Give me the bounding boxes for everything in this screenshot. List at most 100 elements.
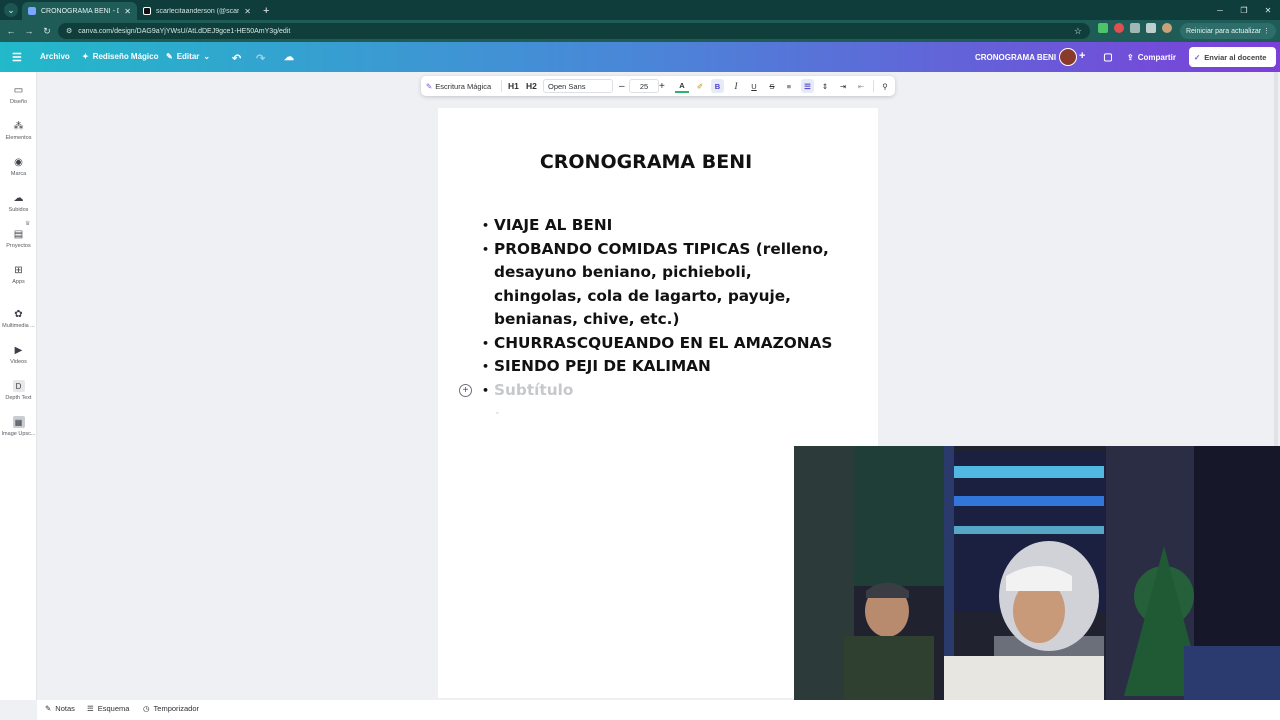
- notes-icon: ✎: [45, 704, 52, 713]
- menu-hamburger-icon[interactable]: ☰: [12, 51, 22, 64]
- tab-title: scarlecitaanderson (@scarlehtita…: [156, 7, 240, 15]
- format-painter-icon[interactable]: ⚲: [879, 76, 891, 96]
- divider: [501, 80, 502, 92]
- sidebar-item-design[interactable]: ▭ Diseño: [0, 84, 37, 106]
- outline-button[interactable]: ☰ Esquema: [87, 704, 129, 713]
- video-icon: ▶: [14, 344, 23, 356]
- highlight-icon[interactable]: ✐: [693, 76, 707, 96]
- image-upscale-icon: ▦: [12, 416, 25, 428]
- reload-icon[interactable]: ↻: [40, 26, 54, 37]
- sidebar-item-apps[interactable]: ⊞ Apps: [0, 264, 37, 286]
- indent-icon[interactable]: ⇥: [837, 76, 849, 96]
- extension-icon[interactable]: [1098, 23, 1108, 33]
- tab-tiktok[interactable]: scarlecitaanderson (@scarlehtita… ✕: [137, 2, 257, 20]
- cloud-upload-icon: ☁: [13, 192, 24, 204]
- font-name: Open Sans: [543, 79, 613, 93]
- address-bar[interactable]: ⚙ canva.com/design/DAG9aYjYWsU/AtLdDEJ9g…: [58, 23, 1090, 39]
- shapes-icon: ⁂: [13, 120, 24, 132]
- sidebar-item-videos[interactable]: ▶ Videos: [0, 344, 37, 366]
- timer-button[interactable]: ◷ Temporizador: [143, 704, 199, 713]
- increase-size-icon[interactable]: +: [659, 76, 665, 96]
- font-size-value: 25: [629, 79, 659, 93]
- share-button[interactable]: ⇪ Compartir: [1121, 48, 1182, 66]
- text-color-icon[interactable]: A: [675, 79, 689, 93]
- minimize-icon[interactable]: ─: [1208, 0, 1232, 20]
- document-name[interactable]: CRONOGRAMA BENI: [975, 53, 1056, 62]
- bold-icon[interactable]: B: [711, 79, 724, 93]
- magic-wand-icon: ✎: [426, 81, 433, 91]
- site-info-icon[interactable]: ⚙: [66, 27, 72, 35]
- media-icon: ✿: [14, 308, 23, 320]
- heading-1-button[interactable]: H1: [508, 76, 519, 96]
- tab-canva-doc[interactable]: CRONOGRAMA BENI - Doc ✕: [22, 2, 137, 20]
- list-item[interactable]: • CHURRASCQUEANDO EN EL AMAZONAS: [482, 332, 842, 356]
- redo-icon[interactable]: ↷: [256, 52, 265, 65]
- restart-update-button[interactable]: Reiniciar para actualizar ⋮: [1179, 23, 1276, 39]
- close-tab-icon[interactable]: ✕: [124, 7, 131, 16]
- font-size-input[interactable]: 25: [629, 76, 659, 96]
- spacing-icon[interactable]: ⇕: [819, 76, 831, 96]
- forward-icon[interactable]: →: [22, 26, 36, 36]
- cast-icon[interactable]: [1146, 23, 1156, 33]
- align-left-icon[interactable]: ≡: [783, 76, 795, 96]
- sidebar-item-uploads[interactable]: ☁ Subidos: [0, 192, 37, 214]
- extensions-area: [1098, 23, 1172, 33]
- list-item[interactable]: • SIENDO PEJI DE KALIMAN: [482, 355, 842, 379]
- restore-icon[interactable]: ❐: [1232, 0, 1256, 20]
- collaborator-avatar[interactable]: [1059, 48, 1077, 66]
- webcam-overlay: [794, 446, 1280, 720]
- document-title[interactable]: CRONOGRAMA BENI: [438, 151, 854, 173]
- puzzle-icon[interactable]: [1130, 23, 1140, 33]
- edit-mode-button[interactable]: ✎ Editar ⌄: [166, 52, 210, 61]
- italic-icon[interactable]: I: [730, 76, 742, 96]
- font-family-select[interactable]: Open Sans: [543, 76, 613, 96]
- magic-write-button[interactable]: ✎ Escritura Mágica: [426, 76, 491, 96]
- notes-button[interactable]: ✎ Notas: [45, 704, 75, 713]
- layout-icon: ▭: [13, 84, 24, 96]
- timer-icon: ◷: [143, 704, 150, 713]
- magic-redesign-button[interactable]: ✦ Rediseño Mágico: [82, 52, 159, 61]
- sidebar-item-image-upscale[interactable]: ▦ Image Upsc...: [0, 416, 37, 437]
- cloud-save-icon[interactable]: ☁: [284, 52, 294, 63]
- window-controls: ─ ❐ ✕: [1208, 0, 1280, 20]
- bookmark-star-icon[interactable]: ☆: [1074, 26, 1082, 37]
- list-item[interactable]: • PROBANDO COMIDAS TIPICAS (relleno, desa…: [482, 238, 842, 332]
- sidebar-item-elements[interactable]: ⁂ Elementos: [0, 120, 37, 142]
- sidebar-item-depth-text[interactable]: D Depth Text: [0, 380, 37, 401]
- bullet-list[interactable]: • VIAJE AL BENI • PROBANDO COMIDAS TIPICAS…: [482, 214, 842, 402]
- file-menu-button[interactable]: Archivo: [40, 52, 70, 61]
- share-upload-icon: ⇪: [1127, 52, 1134, 62]
- send-to-teacher-button[interactable]: ✓ Enviar al docente: [1189, 47, 1276, 67]
- outdent-icon[interactable]: ⇤: [855, 76, 867, 96]
- undo-icon[interactable]: ↶: [232, 52, 241, 65]
- underline-icon[interactable]: U: [748, 76, 760, 96]
- strikethrough-icon[interactable]: S: [766, 76, 778, 96]
- add-block-button[interactable]: +: [459, 384, 472, 397]
- crown-icon: ♛: [25, 221, 31, 227]
- extension-record-icon[interactable]: [1114, 23, 1124, 33]
- apps-grid-icon: ⊞: [14, 264, 23, 276]
- browser-tab-bar: ⌄ CRONOGRAMA BENI - Doc ✕ scarlecitaande…: [0, 0, 1280, 20]
- pencil-icon: ✎: [166, 52, 173, 61]
- profile-avatar[interactable]: [1162, 23, 1172, 33]
- comment-icon[interactable]: ▢: [1098, 48, 1118, 66]
- new-tab-button[interactable]: +: [257, 2, 275, 20]
- add-collaborator-icon[interactable]: +: [1079, 50, 1085, 62]
- subtitle-placeholder[interactable]: • Subtítulo: [482, 379, 842, 403]
- url-text: canva.com/design/DAG9aYjYWsU/AtLdDEJ9gce…: [78, 27, 291, 35]
- heading-2-button[interactable]: H2: [526, 76, 537, 96]
- sidebar-item-brand[interactable]: ◉ Marca: [0, 156, 37, 178]
- tab-search-icon[interactable]: ⌄: [4, 3, 18, 17]
- chevron-down-icon: ⌄: [203, 52, 211, 61]
- close-tab-icon[interactable]: ✕: [244, 7, 251, 16]
- close-window-icon[interactable]: ✕: [1256, 0, 1280, 20]
- bullet-list-icon[interactable]: ☰: [801, 79, 814, 93]
- sidebar-item-multimedia[interactable]: ✿ Multimedia ...: [0, 308, 37, 330]
- depth-text-icon: D: [12, 380, 25, 392]
- sidebar-item-projects[interactable]: ▤ Proyectos: [0, 228, 37, 250]
- list-item[interactable]: • VIAJE AL BENI: [482, 214, 842, 238]
- folder-icon: ▤: [13, 228, 24, 240]
- back-icon[interactable]: ←: [4, 26, 18, 36]
- decrease-size-icon[interactable]: –: [619, 76, 625, 96]
- bullet-icon: •: [482, 360, 490, 373]
